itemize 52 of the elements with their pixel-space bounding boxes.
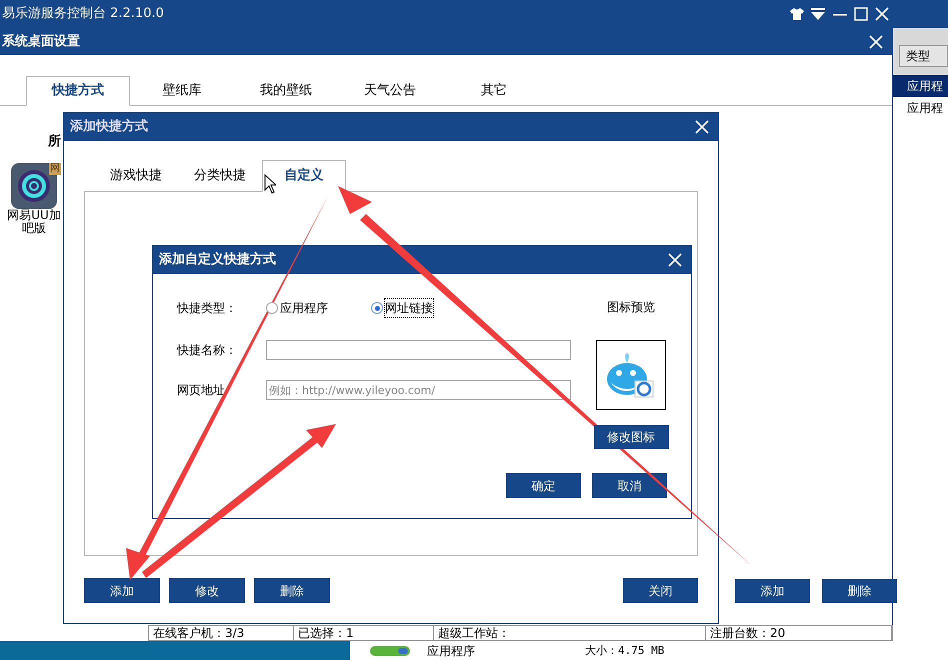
dialog-title: 添加自定义快捷方式 [159,250,276,270]
shirt-icon[interactable] [790,8,804,20]
tab[interactable]: 自定义 [262,160,346,192]
radio-button[interactable] [371,302,383,314]
type-label: 快捷类型： [177,300,238,317]
tab[interactable]: 分类快捷 [178,160,262,192]
file-type: 应用程序 [427,643,476,660]
action-button[interactable]: 添加 [84,578,160,603]
app-badge: 网 [49,163,61,175]
status-text: 在线客户机：3/3 [149,626,294,640]
app-name: 网易UU加 [7,209,61,222]
cursor-icon [264,174,276,194]
cancel-button[interactable]: 取消 [592,473,667,498]
action-button[interactable]: 删除 [822,579,897,603]
tab[interactable]: 快捷方式 [26,76,130,106]
tab[interactable]: 壁纸库 [130,76,234,106]
close-button[interactable]: 关闭 [623,578,698,603]
tab[interactable]: 其它 [442,76,546,106]
ok-button[interactable]: 确定 [506,473,581,498]
maximize-icon[interactable] [854,7,868,21]
close-icon[interactable] [868,34,884,50]
name-field[interactable] [266,340,571,360]
tab[interactable]: 天气公告 [338,76,442,106]
column-header: 类型 [899,45,948,67]
file-size: 大小：4.75 MB [585,642,664,659]
action-button[interactable]: 删除 [254,578,330,603]
change-icon-button[interactable]: 修改图标 [594,425,668,449]
tab[interactable]: 我的壁纸 [234,76,338,106]
close-icon[interactable] [694,119,710,135]
dialog-title: 添加快捷方式 [70,118,148,136]
tab[interactable]: 游戏快捷 [94,160,178,192]
close-icon[interactable] [874,6,890,22]
progress-icon [370,645,410,657]
action-button[interactable]: 添加 [735,579,810,603]
list-row[interactable]: 应用程 [893,75,948,97]
section-label: 所 [48,133,61,151]
name-label: 快捷名称： [177,342,238,359]
status-text: 注册台数：20 [706,626,892,640]
status-text: 超级工作站： [434,626,706,640]
app-title: 易乐游服务控制台 2.2.10.0 [2,5,164,24]
action-button[interactable]: 修改 [169,578,245,603]
status-text: 已选择：1 [294,626,434,640]
radio-option[interactable]: 网址链接 [371,299,476,317]
url-field[interactable]: 例如：http://www.yileyoo.com/ [266,380,571,400]
preview-label: 图标预览 [607,299,655,316]
radio-button[interactable] [266,302,278,314]
dropdown-icon[interactable] [810,8,826,20]
url-label: 网页地址 [177,382,226,399]
close-icon[interactable] [667,252,683,268]
app-name: 吧版 [22,222,46,235]
window-title: 系统桌面设置 [2,32,80,51]
radio-option[interactable]: 应用程序 [266,299,371,317]
